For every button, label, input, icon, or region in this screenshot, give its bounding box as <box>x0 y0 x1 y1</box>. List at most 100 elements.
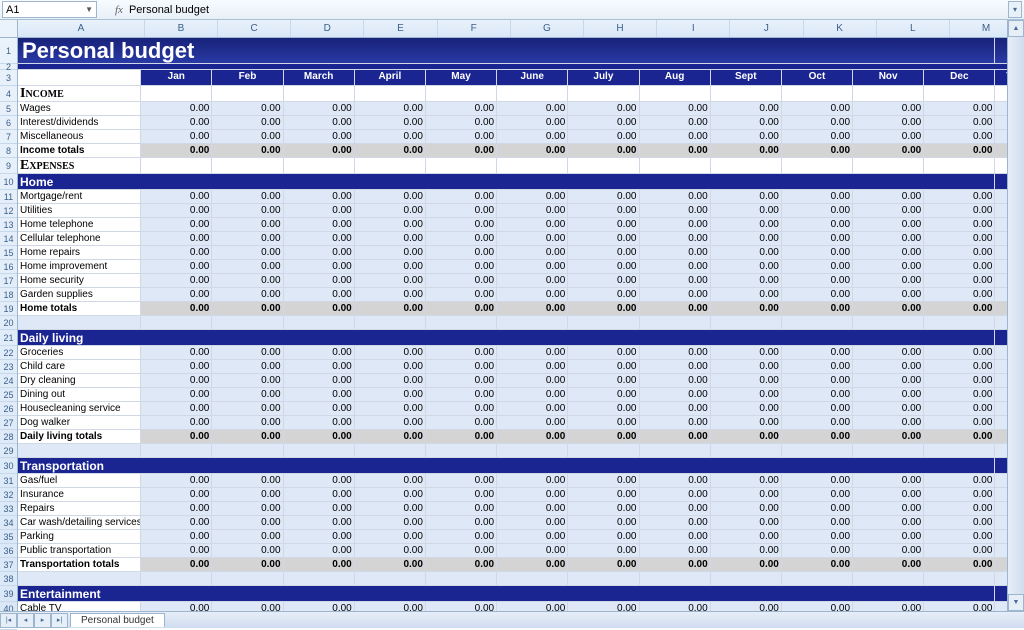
cell[interactable] <box>853 572 924 586</box>
cell[interactable]: 0.00 <box>853 488 924 502</box>
cell[interactable]: 0.00 <box>853 144 924 158</box>
cell[interactable]: 0.00 <box>284 260 355 274</box>
cell[interactable]: 0.00 <box>853 218 924 232</box>
cell[interactable]: 0.00 <box>711 402 782 416</box>
cell[interactable]: 0.00 <box>212 288 283 302</box>
row-header[interactable]: 11 <box>0 190 17 204</box>
cell[interactable]: 0.00 <box>141 430 212 444</box>
cell[interactable] <box>924 572 995 586</box>
cell[interactable]: 0.00 <box>711 204 782 218</box>
cell[interactable]: 0.00 <box>568 530 639 544</box>
cell[interactable]: 0.00 <box>284 530 355 544</box>
cell[interactable]: 0.00 <box>782 558 853 572</box>
row-header[interactable]: 37 <box>0 558 17 572</box>
cell[interactable]: 0.00 <box>212 374 283 388</box>
cell[interactable]: 0.00 <box>782 516 853 530</box>
cell[interactable]: 0.00 <box>426 544 497 558</box>
row-header[interactable]: 33 <box>0 502 17 516</box>
cell[interactable]: 0.00 <box>924 516 995 530</box>
cell[interactable]: 0.00 <box>141 474 212 488</box>
cell[interactable]: 0.00 <box>640 302 711 316</box>
cell[interactable]: Gas/fuel <box>18 474 141 488</box>
cell[interactable] <box>711 444 782 458</box>
cell[interactable]: 0.00 <box>497 388 568 402</box>
cell[interactable]: Groceries <box>18 346 141 360</box>
cell[interactable] <box>568 86 639 102</box>
cell[interactable]: 0.00 <box>924 502 995 516</box>
cell[interactable]: 0.00 <box>568 288 639 302</box>
row-header[interactable]: 6 <box>0 116 17 130</box>
cell[interactable]: Repairs <box>18 502 141 516</box>
cell[interactable]: 0.00 <box>141 374 212 388</box>
row-header[interactable]: 10 <box>0 174 17 190</box>
cell[interactable]: 0.00 <box>284 516 355 530</box>
cell[interactable]: 0.00 <box>355 190 426 204</box>
cell[interactable] <box>924 158 995 174</box>
cell[interactable]: 0.00 <box>924 360 995 374</box>
cell[interactable]: 0.00 <box>497 274 568 288</box>
row-header[interactable]: 19 <box>0 302 17 316</box>
cell[interactable] <box>426 316 497 330</box>
cell[interactable]: Housecleaning service <box>18 402 141 416</box>
row-header[interactable]: 16 <box>0 260 17 274</box>
cell[interactable]: 0.00 <box>711 558 782 572</box>
cell[interactable]: 0.00 <box>853 116 924 130</box>
row-header[interactable]: 30 <box>0 458 17 474</box>
cell[interactable]: 0.00 <box>924 190 995 204</box>
cell[interactable]: 0.00 <box>355 360 426 374</box>
cell[interactable] <box>782 86 853 102</box>
cell[interactable]: 0.00 <box>568 274 639 288</box>
cell[interactable]: 0.00 <box>284 544 355 558</box>
cell[interactable]: 0.00 <box>497 232 568 246</box>
cell[interactable]: Home security <box>18 274 141 288</box>
cell[interactable]: 0.00 <box>212 204 283 218</box>
cell[interactable]: 0.00 <box>782 430 853 444</box>
cell[interactable]: 0.00 <box>355 274 426 288</box>
cell[interactable] <box>18 444 141 458</box>
row-header[interactable]: 29 <box>0 444 17 458</box>
cell[interactable]: 0.00 <box>924 430 995 444</box>
row-header[interactable]: 9 <box>0 158 17 174</box>
cell[interactable]: 0.00 <box>711 488 782 502</box>
cell[interactable]: 0.00 <box>640 416 711 430</box>
cell[interactable]: 0.00 <box>711 288 782 302</box>
tab-first-icon[interactable]: |◂ <box>0 613 17 628</box>
cell[interactable] <box>284 158 355 174</box>
cell[interactable] <box>497 316 568 330</box>
cell[interactable]: Dining out <box>18 388 141 402</box>
cell[interactable]: 0.00 <box>568 218 639 232</box>
cell[interactable]: 0.00 <box>355 530 426 544</box>
cell[interactable]: 0.00 <box>284 246 355 260</box>
cell[interactable]: 0.00 <box>284 346 355 360</box>
cell[interactable]: 0.00 <box>924 544 995 558</box>
cell[interactable]: 0.00 <box>711 502 782 516</box>
cell[interactable]: 0.00 <box>355 516 426 530</box>
cell[interactable]: 0.00 <box>640 544 711 558</box>
cell[interactable]: Jan <box>141 70 212 86</box>
cell[interactable]: 0.00 <box>924 288 995 302</box>
cell[interactable]: 0.00 <box>782 530 853 544</box>
cell[interactable]: 0.00 <box>212 360 283 374</box>
cell[interactable]: 0.00 <box>212 144 283 158</box>
vertical-scrollbar[interactable]: ▲ ▼ <box>1007 20 1024 611</box>
tab-prev-icon[interactable]: ◂ <box>17 613 34 628</box>
column-header-I[interactable]: I <box>657 20 730 37</box>
cell[interactable]: 0.00 <box>497 360 568 374</box>
cell-name-box[interactable]: A1 ▼ <box>2 1 97 18</box>
cell[interactable]: Daily living <box>18 330 995 346</box>
cell[interactable] <box>284 86 355 102</box>
column-header-L[interactable]: L <box>877 20 950 37</box>
cell[interactable]: 0.00 <box>640 530 711 544</box>
cell[interactable]: 0.00 <box>212 116 283 130</box>
cell[interactable] <box>568 444 639 458</box>
cell[interactable]: 0.00 <box>924 246 995 260</box>
cell[interactable] <box>355 572 426 586</box>
cell[interactable]: 0.00 <box>212 416 283 430</box>
cell[interactable]: 0.00 <box>782 474 853 488</box>
row-header[interactable]: 8 <box>0 144 17 158</box>
cell[interactable]: 0.00 <box>497 416 568 430</box>
cell[interactable]: 0.00 <box>284 204 355 218</box>
cell[interactable]: 0.00 <box>640 374 711 388</box>
cell[interactable]: 0.00 <box>640 558 711 572</box>
cell[interactable]: 0.00 <box>568 302 639 316</box>
